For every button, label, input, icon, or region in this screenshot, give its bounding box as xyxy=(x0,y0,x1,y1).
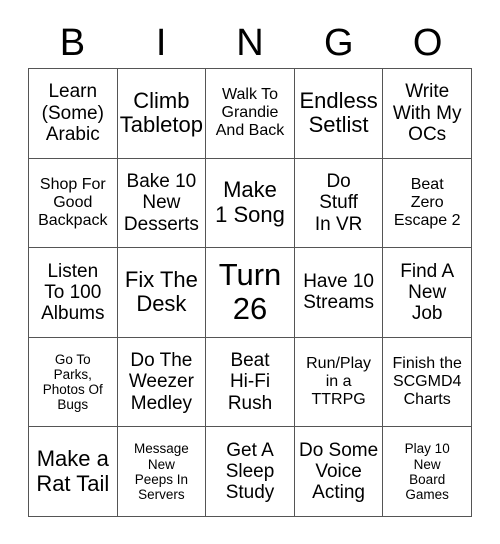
bingo-cell-label: Learn (Some) Arabic xyxy=(41,81,104,145)
bingo-cell[interactable]: Endless Setlist xyxy=(294,69,384,159)
bingo-cell-label: Do Stuff In VR xyxy=(314,170,363,235)
bingo-cell[interactable]: Play 10 New Board Games xyxy=(383,427,472,517)
bingo-cell-label: Get A Sleep Study xyxy=(225,439,275,504)
bingo-cell[interactable]: Listen To 100 Albums xyxy=(29,248,118,338)
bingo-cell[interactable]: Shop For Good Backpack xyxy=(29,158,118,249)
bingo-cell[interactable]: Bake 10 New Desserts xyxy=(117,158,207,249)
bingo-cell-label: Finish the SCGMD4 Charts xyxy=(392,355,462,409)
bingo-cell[interactable]: Beat Zero Escape 2 xyxy=(383,158,472,249)
bingo-cell[interactable]: Do Some Voice Acting xyxy=(294,427,384,517)
bingo-cell[interactable]: Get A Sleep Study xyxy=(206,427,295,517)
bingo-cell[interactable]: Walk To Grandie And Back xyxy=(206,69,295,159)
bingo-cell-label: Shop For Good Backpack xyxy=(38,176,108,229)
bingo-cell-label: Listen To 100 Albums xyxy=(41,260,105,325)
bingo-cell-label: Do The Weezer Medley xyxy=(128,350,194,414)
bingo-cell-label: Have 10 Streams xyxy=(303,271,374,314)
bingo-cell[interactable]: Message New Peeps In Servers xyxy=(117,427,207,517)
bingo-cell-label: Endless Setlist xyxy=(299,87,378,138)
bingo-cell[interactable]: Make 1 Song xyxy=(206,158,295,249)
bingo-cell-label: Beat Zero Escape 2 xyxy=(393,176,461,229)
bingo-card: B I N G O Learn (Some) Arabic Climb Table… xyxy=(28,18,472,517)
bingo-cell[interactable]: Find A New Job xyxy=(383,248,472,338)
bingo-header-row: B I N G O xyxy=(28,18,472,68)
bingo-header-letter-i: I xyxy=(155,22,167,64)
bingo-header-letter-g: G xyxy=(324,22,354,64)
bingo-cell[interactable]: Finish the SCGMD4 Charts xyxy=(383,337,472,428)
bingo-cell[interactable]: Make a Rat Tail xyxy=(29,427,118,517)
bingo-cell-label: Find A New Job xyxy=(400,260,455,325)
bingo-cell-label: Make 1 Song xyxy=(215,177,285,227)
bingo-cell[interactable]: Beat Hi-Fi Rush xyxy=(206,337,295,428)
bingo-cell-label: Write With My OCs xyxy=(392,81,462,145)
bingo-cell[interactable]: Write With My OCs xyxy=(383,69,472,159)
bingo-grid: Learn (Some) Arabic Climb Tabletop Walk To… xyxy=(28,68,472,517)
bingo-cell-label: Message New Peeps In Servers xyxy=(134,441,189,502)
bingo-header-letter-o: O xyxy=(412,22,443,64)
bingo-header-letter-n: N xyxy=(236,22,264,64)
bingo-cell[interactable]: Do Stuff In VR xyxy=(294,158,384,249)
bingo-cell-label: Run/Play in a TTRPG xyxy=(306,355,372,409)
bingo-cell[interactable]: Climb Tabletop xyxy=(117,69,207,159)
bingo-cell[interactable]: Go To Parks, Photos Of Bugs xyxy=(29,337,118,428)
bingo-cell-label: Play 10 New Board Games xyxy=(404,441,450,502)
bingo-cell-label: Beat Hi-Fi Rush xyxy=(227,350,273,414)
bingo-cell-label: Bake 10 New Desserts xyxy=(123,170,199,235)
bingo-cell-label: Turn 26 xyxy=(218,256,282,327)
bingo-cell[interactable]: Do The Weezer Medley xyxy=(117,337,207,428)
bingo-cell[interactable]: Have 10 Streams xyxy=(294,248,384,338)
bingo-cell-label: Make a Rat Tail xyxy=(36,446,110,496)
bingo-header-letter-b: B xyxy=(59,22,86,64)
bingo-cell-label: Walk To Grandie And Back xyxy=(215,86,285,140)
bingo-cell[interactable]: Learn (Some) Arabic xyxy=(29,69,118,159)
bingo-cell-label: Climb Tabletop xyxy=(119,87,203,138)
bingo-cell-label: Fix The Desk xyxy=(124,266,198,317)
bingo-cell-label: Go To Parks, Photos Of Bugs xyxy=(42,351,103,413)
bingo-cell[interactable]: Run/Play in a TTRPG xyxy=(294,337,384,428)
bingo-cell[interactable]: Fix The Desk xyxy=(117,248,207,338)
bingo-cell[interactable]: Turn 26 xyxy=(206,248,295,338)
bingo-cell-label: Do Some Voice Acting xyxy=(298,439,379,504)
